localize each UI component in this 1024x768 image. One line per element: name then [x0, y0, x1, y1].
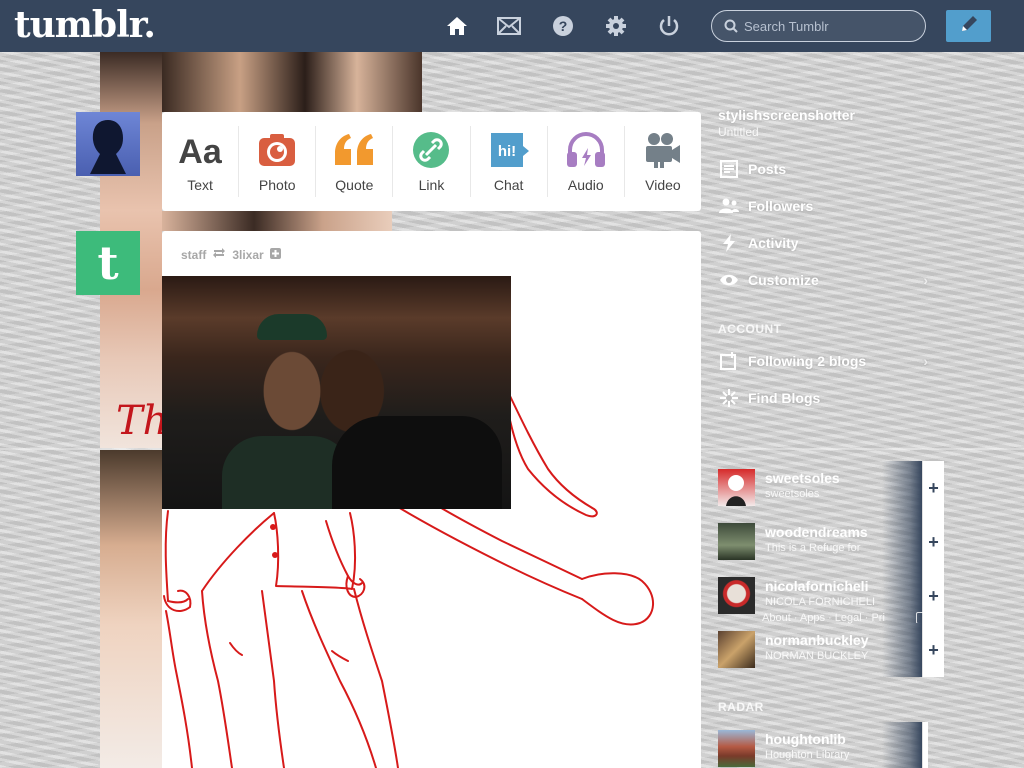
blog-fade — [882, 515, 922, 569]
sidebar-blog-subtitle: Untitled — [718, 125, 759, 139]
blog-name: woodendreams — [765, 524, 868, 540]
top-navigation-bar: tumblr. ? — [0, 0, 1024, 52]
home-icon[interactable] — [445, 14, 469, 38]
chat-icon: hi! — [488, 130, 530, 170]
post-type-photo-button[interactable]: Photo — [239, 126, 317, 197]
post-type-label: Link — [418, 177, 445, 193]
find-blogs-icon — [718, 389, 740, 407]
mail-icon[interactable] — [497, 14, 521, 38]
follow-button[interactable]: + — [922, 722, 928, 768]
blog-avatar — [718, 523, 755, 560]
compose-button[interactable] — [946, 10, 991, 42]
staff-avatar[interactable]: t — [76, 231, 140, 295]
post-type-label: Text — [187, 177, 213, 193]
post-type-video-button[interactable]: Video — [625, 126, 701, 197]
post-type-link-button[interactable]: Link — [393, 126, 471, 197]
tumblr-logo[interactable]: tumblr. — [14, 4, 156, 46]
sidebar-account-heading: ACCOUNT — [718, 322, 782, 336]
blog-name: nicolafornicheli — [765, 578, 869, 594]
link-icon — [412, 130, 450, 170]
post-type-text-button[interactable]: Aa Text — [162, 126, 240, 197]
blog-avatar — [718, 631, 755, 668]
photo-figure-right — [332, 416, 502, 509]
post-type-selector: Aa Text Photo Quote Link hi! Chat Audio — [162, 112, 701, 211]
post-type-label: Audio — [567, 177, 604, 193]
sidebar-item-label: Find Blogs — [748, 390, 821, 406]
post-type-label: Video — [645, 177, 681, 193]
blog-avatar — [718, 577, 755, 614]
background-photo-header — [162, 52, 422, 112]
search-box[interactable] — [711, 10, 926, 42]
blog-name: normanbuckley — [765, 632, 869, 648]
chevron-right-icon: › — [923, 353, 928, 369]
sidebar-item-customize[interactable]: Customize › — [718, 268, 928, 292]
sidebar-item-label: Activity — [748, 235, 799, 251]
post-type-audio-button[interactable]: Audio — [548, 126, 625, 197]
blog-avatar — [718, 469, 755, 506]
background-red-text: Th — [116, 398, 169, 444]
sidebar-item-find-blogs[interactable]: Find Blogs — [718, 386, 928, 410]
sidebar-item-label: Followers — [748, 198, 814, 214]
activity-icon — [718, 234, 740, 252]
search-input[interactable] — [744, 17, 914, 35]
blog-name: houghtonlib — [765, 731, 846, 747]
svg-text:?: ? — [559, 18, 568, 34]
sidebar-radar-heading: RADAR — [718, 700, 764, 714]
post-type-label: Photo — [258, 177, 296, 193]
search-icon — [724, 19, 738, 38]
photo-cap — [257, 314, 327, 340]
post-type-label: Quote — [335, 177, 374, 193]
follow-button[interactable]: + — [922, 461, 944, 515]
followers-icon — [718, 198, 740, 214]
sidebar-item-label: Following 2 blogs — [748, 353, 867, 369]
post-type-chat-button[interactable]: hi! Chat — [471, 126, 548, 197]
sidebar-item-following[interactable]: Following 2 blogs › — [718, 349, 928, 373]
post-type-quote-button[interactable]: Quote — [316, 126, 394, 197]
blog-avatar — [718, 730, 755, 767]
following-icon — [718, 352, 740, 370]
blog-name: sweetsoles — [765, 470, 840, 486]
chevron-right-icon: › — [923, 272, 928, 288]
sidebar-item-followers[interactable]: Followers — [718, 194, 928, 218]
sidebar-item-posts[interactable]: Posts — [718, 157, 928, 181]
chat-glyph: hi! — [497, 143, 515, 160]
blog-fade — [882, 623, 922, 677]
svg-text:Aa: Aa — [178, 133, 223, 168]
dashboard-post: staff 3lixar — [162, 231, 701, 768]
help-icon[interactable]: ? — [551, 14, 575, 38]
radar-blog[interactable]: houghtonlib Houghton Library + — [718, 722, 928, 768]
text-icon: Aa — [177, 130, 223, 170]
sidebar-item-activity[interactable]: Activity — [718, 231, 928, 255]
camera-icon — [258, 130, 296, 170]
blog-description: This is a Refuge for — [765, 542, 861, 554]
sidebar-item-label: Posts — [748, 161, 787, 177]
blog-description: Houghton Library — [765, 749, 850, 761]
recommended-blog[interactable]: woodendreams This is a Refuge for + — [718, 515, 944, 569]
blog-fade — [882, 722, 922, 768]
recommended-blog[interactable]: sweetsoles sweetsoles + — [718, 461, 944, 515]
post-photo[interactable] — [162, 276, 511, 509]
background-photo-bottom — [100, 450, 162, 768]
power-icon[interactable] — [657, 14, 681, 38]
video-camera-icon — [644, 130, 682, 170]
recommended-blog[interactable]: normanbuckley NORMAN BUCKLEY + — [718, 623, 944, 677]
sidebar-item-label: Customize — [748, 272, 819, 288]
eye-icon — [718, 273, 740, 287]
follow-button[interactable]: + — [922, 515, 944, 569]
follow-button[interactable]: + — [922, 623, 944, 677]
quote-icon — [333, 130, 375, 170]
pencil-icon — [959, 14, 979, 39]
user-avatar[interactable] — [76, 112, 140, 176]
sidebar-blog-name[interactable]: stylishscreenshotter — [718, 107, 855, 123]
blog-description: NICOLA FORNICHELI — [765, 596, 876, 608]
posts-icon — [718, 160, 740, 178]
post-type-label: Chat — [493, 177, 524, 193]
blog-description: sweetsoles — [765, 488, 820, 500]
gear-icon[interactable] — [604, 14, 628, 38]
background-photo-mid — [162, 211, 392, 231]
headphones-icon — [566, 130, 606, 170]
blog-fade — [882, 461, 922, 515]
blog-description: NORMAN BUCKLEY — [765, 650, 869, 662]
